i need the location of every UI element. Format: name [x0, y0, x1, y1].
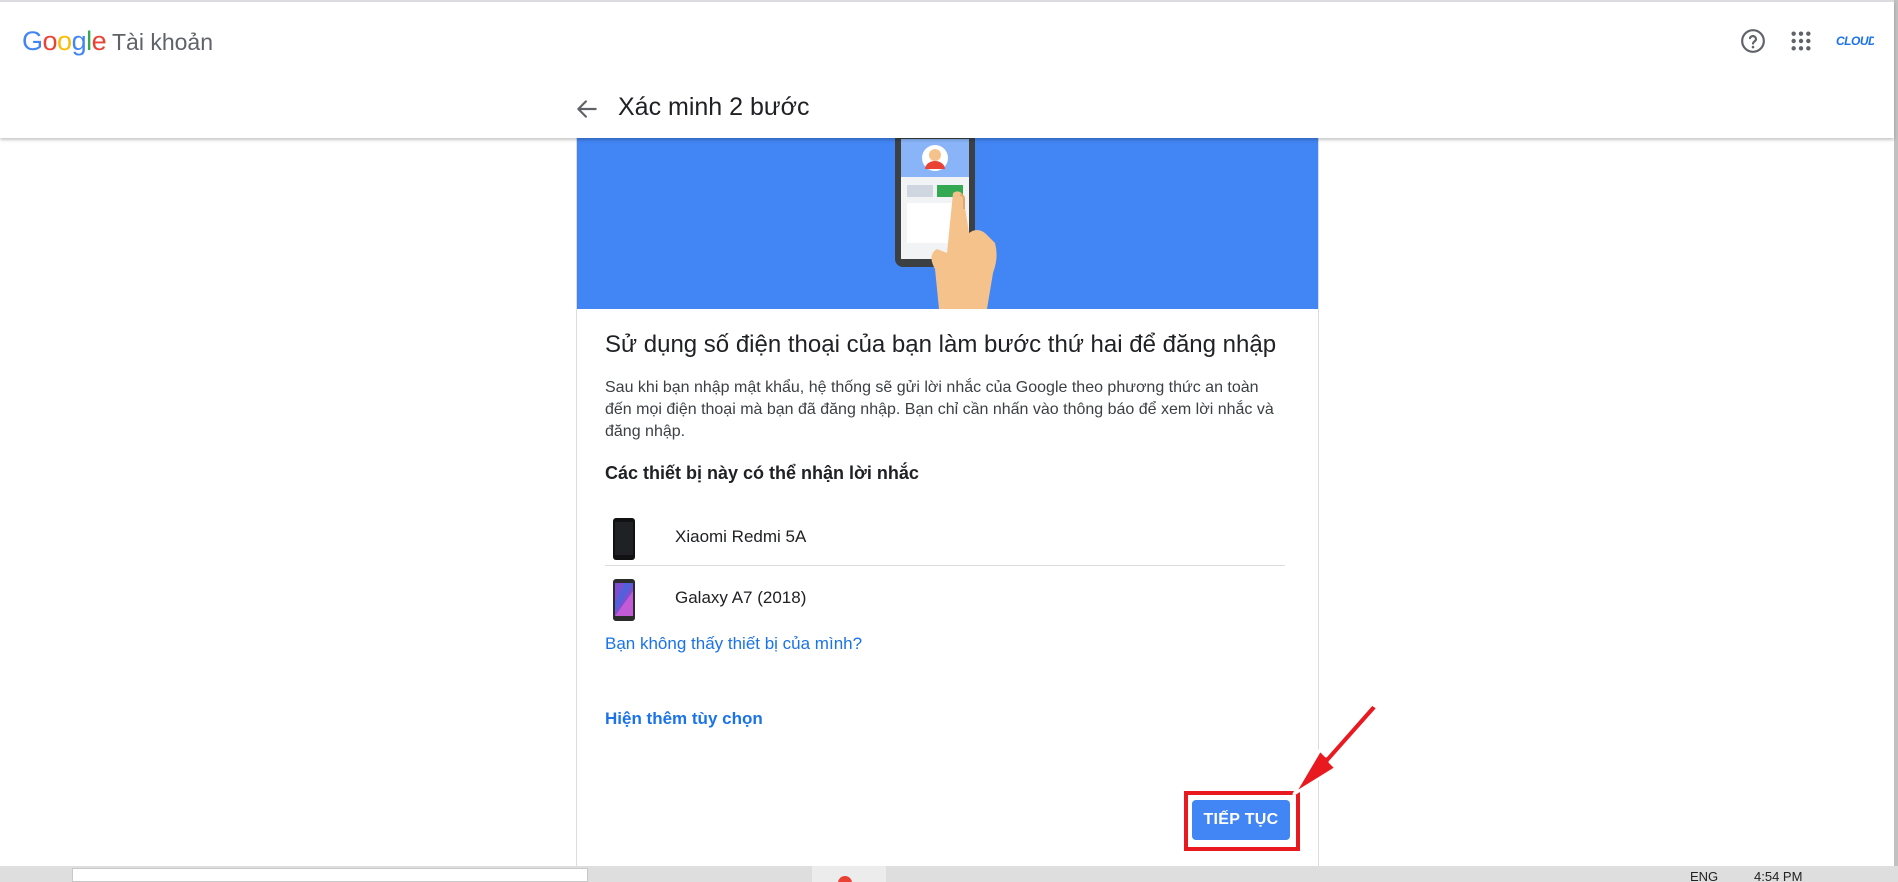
missing-device-link[interactable]: Bạn không thấy thiết bị của mình?: [605, 634, 862, 654]
page-title: Xác minh 2 bước: [618, 93, 810, 121]
account-avatar[interactable]: CLOUD: [1836, 28, 1874, 54]
logo-letter: G: [22, 26, 43, 56]
logo-letter: o: [42, 26, 58, 56]
pointer-arrow-annotation: [1292, 702, 1380, 796]
logo-letter: g: [71, 26, 87, 56]
apps-grid-icon[interactable]: [1790, 30, 1812, 52]
taskbar-search[interactable]: [72, 868, 588, 882]
two-step-card: Sử dụng số điện thoại của bạn làm bước t…: [576, 110, 1319, 882]
card-headline: Sử dụng số điện thoại của bạn làm bước t…: [605, 331, 1277, 358]
vertical-scrollbar[interactable]: [1894, 0, 1898, 882]
hero-illustration: [577, 111, 1318, 309]
device-item: Galaxy A7 (2018): [605, 567, 1285, 627]
help-circle-icon[interactable]: [1740, 28, 1766, 54]
continue-button[interactable]: TIẾP TỤC: [1192, 800, 1290, 840]
top-header: Google Tài khoản CLOUD Xác minh 2 bước: [0, 0, 1894, 138]
smartphone-icon: [613, 579, 635, 621]
phone-tap-illustration: [895, 131, 997, 309]
language-indicator[interactable]: ENG: [1690, 869, 1718, 882]
devices-heading: Các thiết bị này có thể nhận lời nhắc: [605, 463, 919, 483]
smartphone-icon: [613, 518, 635, 560]
device-item: Xiaomi Redmi 5A: [605, 506, 1285, 566]
product-name[interactable]: Tài khoản: [112, 29, 213, 56]
device-name: Xiaomi Redmi 5A: [675, 527, 807, 546]
card-description: Sau khi bạn nhập mật khẩu, hệ thống sẽ g…: [605, 379, 1274, 440]
page: Google Tài khoản CLOUD Xác minh 2 bước S…: [0, 0, 1898, 882]
logo-letter: o: [57, 26, 72, 56]
logo-letter: e: [91, 26, 107, 56]
os-taskbar: ENG 4:54 PM: [0, 866, 1898, 882]
arrow-back-icon[interactable]: [574, 96, 600, 122]
device-name: Galaxy A7 (2018): [675, 588, 807, 607]
more-options-link[interactable]: Hiện thêm tùy chọn: [605, 709, 763, 729]
google-logo[interactable]: Google: [22, 26, 107, 57]
clock[interactable]: 4:54 PM: [1754, 869, 1802, 882]
